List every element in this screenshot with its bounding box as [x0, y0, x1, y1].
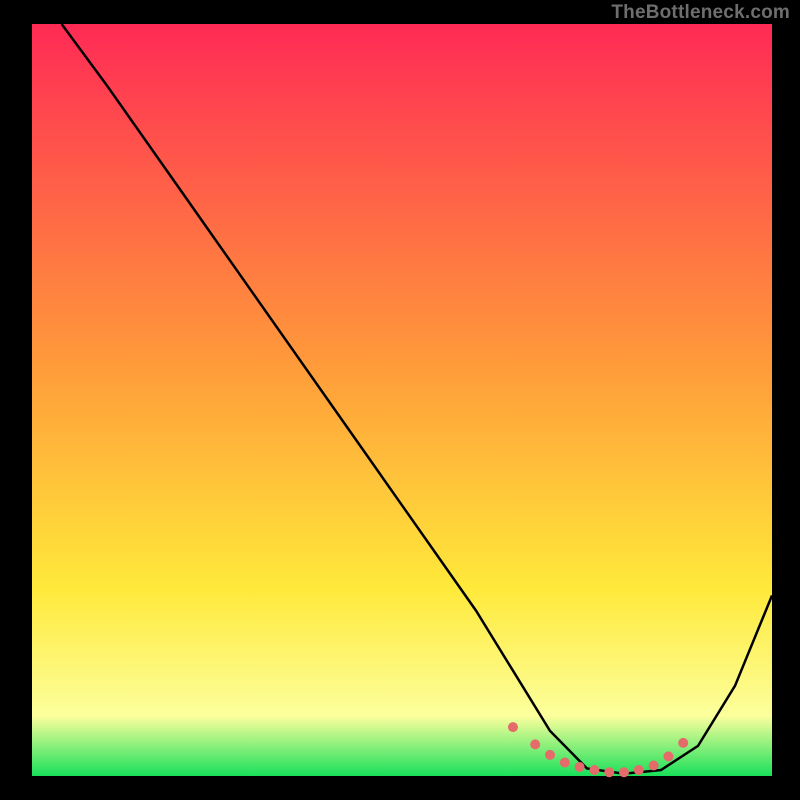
marker-dot: [589, 765, 599, 775]
marker-dot: [575, 762, 585, 772]
bottleneck-chart: [0, 0, 800, 800]
marker-dot: [545, 750, 555, 760]
marker-dot: [604, 767, 614, 777]
marker-dot: [508, 722, 518, 732]
marker-dot: [663, 751, 673, 761]
marker-dot: [678, 738, 688, 748]
chart-stage: TheBottleneck.com: [0, 0, 800, 800]
watermark-text: TheBottleneck.com: [611, 2, 790, 24]
marker-dot: [634, 765, 644, 775]
marker-dot: [619, 767, 629, 777]
marker-dot: [649, 761, 659, 771]
marker-dot: [560, 758, 570, 768]
marker-dot: [530, 739, 540, 749]
